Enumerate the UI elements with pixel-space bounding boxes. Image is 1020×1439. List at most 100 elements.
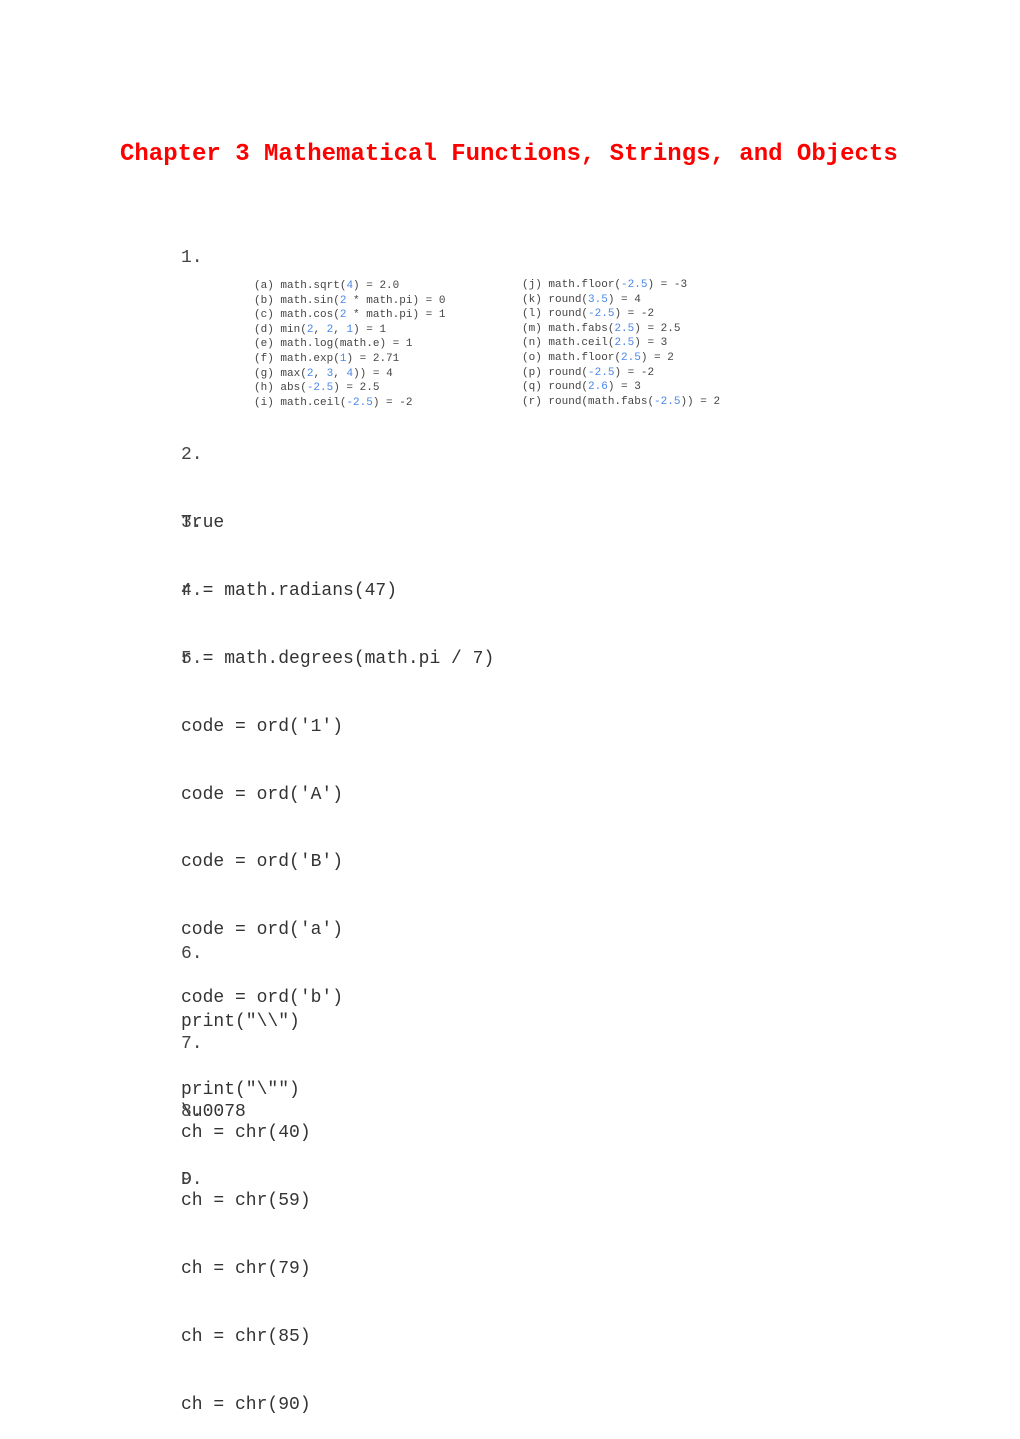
expression-text: math.fabs( bbox=[548, 322, 615, 335]
expression-text: ) = -2 bbox=[372, 396, 413, 409]
page-title: Chapter 3 Mathematical Functions, String… bbox=[120, 141, 898, 168]
numeric-literal: -2.5 bbox=[346, 396, 373, 409]
expression-text: round( bbox=[548, 366, 589, 379]
answer-line: r = math.degrees(math.pi / 7) bbox=[181, 648, 495, 669]
expression-text: math.log(math.e) = 1 bbox=[280, 338, 413, 351]
evaluation-row: (j) math.floor(-2.5) = -3 bbox=[522, 278, 720, 293]
evaluation-row: (c) math.cos(2 * math.pi) = 1 bbox=[254, 308, 445, 323]
expression-text: )) = 4 bbox=[353, 367, 393, 380]
question-number: 7. bbox=[181, 1034, 203, 1054]
evaluation-list-right: (j) math.floor(-2.5) = -3 (k) round(3.5) … bbox=[522, 278, 720, 409]
question-number: 3. bbox=[181, 513, 203, 533]
evaluation-label: (g) bbox=[254, 367, 274, 380]
expression-text: ) = 3 bbox=[607, 381, 641, 394]
evaluation-label: (l) bbox=[522, 308, 542, 321]
evaluation-row: (g) max(2, 3, 4)) = 4 bbox=[254, 367, 445, 382]
expression-text: ) = 2.0 bbox=[353, 280, 400, 292]
expression-text: math.ceil( bbox=[280, 396, 347, 409]
numeric-literal: -2.5 bbox=[588, 366, 615, 379]
expression-text: * math.pi) = 0 bbox=[346, 294, 446, 307]
evaluation-label: (k) bbox=[522, 293, 542, 306]
expression-text: ) = 1 bbox=[353, 323, 387, 336]
evaluation-label: (o) bbox=[522, 351, 542, 364]
evaluation-row: (m) math.fabs(2.5) = 2.5 bbox=[522, 322, 720, 337]
expression-text: * math.pi) = 1 bbox=[346, 309, 446, 322]
evaluation-label: (h) bbox=[254, 382, 274, 395]
expression-text: round(math.fabs( bbox=[548, 395, 655, 408]
expression-text: ) = -3 bbox=[647, 279, 688, 291]
answer-line: code = ord('a') bbox=[181, 920, 344, 941]
evaluation-row: (r) round(math.fabs(-2.5)) = 2 bbox=[522, 395, 720, 410]
question-number: 6. bbox=[181, 944, 203, 964]
question-number: 4. bbox=[181, 581, 203, 601]
expression-text: round( bbox=[548, 308, 589, 321]
question-number: 9. bbox=[181, 1170, 203, 1190]
expression-text: , bbox=[313, 323, 327, 336]
evaluation-row: (d) min(2, 2, 1) = 1 bbox=[254, 323, 445, 338]
evaluation-row: (l) round(-2.5) = -2 bbox=[522, 307, 720, 322]
expression-text: ) = 2.5 bbox=[333, 382, 380, 395]
evaluation-row: (e) math.log(math.e) = 1 bbox=[254, 337, 445, 352]
evaluation-row: (i) math.ceil(-2.5) = -2 bbox=[254, 396, 445, 411]
expression-text: round( bbox=[548, 381, 589, 394]
evaluation-row: (p) round(-2.5) = -2 bbox=[522, 366, 720, 381]
expression-text: math.floor( bbox=[548, 279, 622, 291]
expression-text: math.floor( bbox=[548, 351, 622, 364]
evaluation-row: (b) math.sin(2 * math.pi) = 0 bbox=[254, 294, 445, 309]
expression-text: , bbox=[333, 367, 347, 380]
numeric-literal: -2.5 bbox=[588, 308, 615, 321]
numeric-literal: 2.5 bbox=[614, 322, 635, 335]
question-number: 5. bbox=[181, 649, 203, 669]
expression-text: math.ceil( bbox=[548, 337, 615, 350]
numeric-literal: -2.5 bbox=[654, 395, 681, 408]
evaluation-label: (i) bbox=[254, 396, 274, 409]
answer-line: ch = chr(90) bbox=[181, 1394, 311, 1415]
answer-line: ch = chr(59) bbox=[181, 1191, 311, 1212]
answer-line: ch = chr(85) bbox=[181, 1326, 311, 1347]
evaluation-label: (c) bbox=[254, 309, 274, 322]
evaluation-label: (d) bbox=[254, 323, 274, 336]
expression-text: math.cos( bbox=[280, 309, 340, 322]
question-number: 2. bbox=[181, 445, 203, 465]
expression-text: ) = 4 bbox=[607, 293, 641, 306]
evaluation-row: (o) math.floor(2.5) = 2 bbox=[522, 351, 720, 366]
expression-text: ) = -2 bbox=[614, 366, 655, 379]
evaluation-list-left: (a) math.sqrt(4) = 2.0 (b) math.sin(2 * m… bbox=[254, 279, 445, 410]
evaluation-row: (k) round(3.5) = 4 bbox=[522, 293, 720, 308]
question-number: 1. bbox=[181, 248, 203, 268]
numeric-literal: 2.5 bbox=[621, 351, 641, 364]
expression-text: math.exp( bbox=[280, 352, 340, 365]
numeric-literal: -2.5 bbox=[621, 279, 648, 291]
expression-text: , bbox=[313, 367, 327, 380]
evaluation-label: (j) bbox=[522, 279, 542, 291]
expression-text: , bbox=[333, 323, 347, 336]
expression-text: max( bbox=[280, 367, 307, 380]
expression-text: math.sin( bbox=[280, 294, 340, 307]
expression-text: ) = 2 bbox=[640, 351, 674, 364]
answer-line: code = ord('B') bbox=[181, 852, 344, 873]
expression-text: math.sqrt( bbox=[280, 280, 347, 292]
evaluation-label: (p) bbox=[522, 366, 542, 379]
evaluation-label: (m) bbox=[522, 322, 542, 335]
answer-line: code = ord('1') bbox=[181, 716, 344, 737]
evaluation-label: (a) bbox=[254, 280, 274, 292]
expression-text: abs( bbox=[280, 382, 307, 395]
evaluation-label: (n) bbox=[522, 337, 542, 350]
expression-text: ) = 2.5 bbox=[634, 322, 681, 335]
numeric-literal: -2.5 bbox=[306, 382, 334, 395]
answer-line: ch = chr(79) bbox=[181, 1259, 311, 1280]
evaluation-label: (q) bbox=[522, 381, 542, 394]
evaluation-label: (r) bbox=[522, 395, 542, 408]
evaluation-row: (f) math.exp(1) = 2.71 bbox=[254, 352, 445, 367]
expression-text: ) = 3 bbox=[634, 337, 668, 350]
evaluation-row: (q) round(2.6) = 3 bbox=[522, 380, 720, 395]
evaluation-label: (f) bbox=[254, 352, 274, 365]
expression-text: )) = 2 bbox=[680, 395, 721, 408]
expression-text: ) = -2 bbox=[614, 308, 655, 321]
numeric-literal: 3.5 bbox=[588, 293, 608, 306]
expression-text: round( bbox=[548, 293, 589, 306]
answer-line: code = ord('A') bbox=[181, 784, 344, 805]
numeric-literal: 2.6 bbox=[588, 381, 608, 394]
numeric-literal: 2.5 bbox=[614, 337, 635, 350]
evaluation-label: (e) bbox=[254, 338, 274, 351]
